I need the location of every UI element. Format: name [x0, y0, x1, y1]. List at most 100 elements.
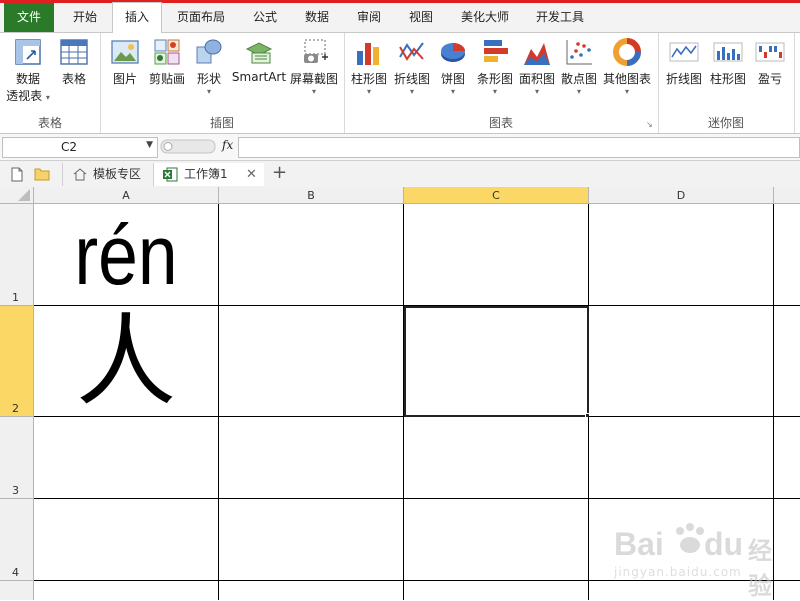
name-box-value: C2 — [61, 140, 78, 154]
ribbon-group-sparklines: 折线图 柱形图 盈亏 迷你图 — [658, 33, 795, 133]
watermark-url: jingyan.baidu.com — [614, 565, 742, 579]
sparkline-winloss-button[interactable]: 盈亏 — [750, 37, 790, 87]
dialog-launcher-icon[interactable]: ↘ — [646, 121, 654, 129]
row-header-5[interactable] — [0, 581, 34, 600]
tab-view[interactable]: 视图 — [396, 3, 446, 32]
row-header-4[interactable]: 4 — [0, 499, 34, 581]
cell-a1-text: rén — [74, 208, 178, 302]
row-header-2[interactable]: 2 — [0, 306, 34, 417]
column-chart-button[interactable]: 柱形图 ▾ — [348, 37, 390, 97]
pivot-table-button[interactable]: 数据 透视表 ▾ — [4, 37, 52, 104]
picture-button[interactable]: 图片 — [106, 37, 144, 87]
corner-triangle-icon — [18, 189, 30, 201]
tab-page-layout[interactable]: 页面布局 — [166, 3, 236, 32]
table-button[interactable]: 表格 — [54, 37, 94, 87]
insert-function-icon[interactable]: fx — [222, 138, 233, 152]
excel-file-icon — [163, 167, 178, 182]
chevron-down-icon: ▾ — [409, 87, 414, 96]
scatter-chart-button[interactable]: 散点图 ▾ — [558, 37, 600, 97]
formula-input[interactable] — [238, 137, 800, 158]
ribbon-insert-panel: 数据 透视表 ▾ 表格 表格 图片 剪贴画 形状 ▾ SmartArt 屏幕截图… — [0, 33, 800, 134]
tab-review[interactable]: 审阅 — [344, 3, 394, 32]
group-label-sparklines: 迷你图 — [707, 116, 744, 130]
tab-file[interactable]: 文件 — [4, 3, 54, 32]
smartart-button[interactable]: SmartArt — [230, 37, 288, 84]
cell-a2[interactable]: 人 — [34, 306, 219, 417]
cell-c1[interactable] — [404, 204, 589, 306]
area-chart-icon — [524, 43, 550, 65]
row-number: 3 — [12, 484, 19, 497]
sparkline-column-label: 柱形图 — [709, 72, 746, 86]
line-chart-label: 折线图 — [393, 72, 430, 86]
home-icon — [73, 168, 87, 181]
cell-b2[interactable] — [219, 306, 404, 417]
group-label-illustrations: 插图 — [209, 116, 234, 130]
cell-a4[interactable] — [34, 499, 219, 581]
folder-icon[interactable] — [34, 167, 50, 181]
sparkline-column-icon — [713, 42, 743, 62]
tab-template-zone[interactable]: 模板专区 — [62, 163, 154, 186]
tab-workbook-label: 工作簿1 — [184, 167, 228, 181]
line-chart-icon — [399, 42, 424, 61]
row-number: 1 — [12, 291, 19, 304]
cell-b1[interactable] — [219, 204, 404, 306]
area-chart-button[interactable]: 面积图 ▾ — [516, 37, 558, 97]
table-icon — [60, 39, 88, 65]
chevron-down-icon: ▾ — [534, 87, 539, 96]
chevron-down-icon[interactable]: ▼ — [146, 140, 153, 150]
row-header-1[interactable]: 1 — [0, 204, 34, 306]
clipart-icon — [154, 39, 180, 65]
cell-d3[interactable] — [589, 417, 774, 499]
cell-c4[interactable] — [404, 499, 589, 581]
cell-a3[interactable] — [34, 417, 219, 499]
line-chart-button[interactable]: 折线图 ▾ — [390, 37, 434, 97]
cell-d1[interactable] — [589, 204, 774, 306]
column-header-b[interactable]: B — [219, 187, 404, 204]
scatter-chart-label: 散点图 — [560, 72, 597, 86]
cell-b3[interactable] — [219, 417, 404, 499]
area-chart-label: 面积图 — [518, 72, 555, 86]
tab-data[interactable]: 数据 — [294, 3, 340, 32]
tab-beautify-master[interactable]: 美化大师 — [452, 3, 518, 32]
tab-home[interactable]: 开始 — [58, 3, 112, 32]
cell-e1[interactable] — [774, 204, 800, 306]
column-header-d[interactable]: D — [589, 187, 774, 204]
column-header-e[interactable] — [774, 187, 800, 204]
cell-e3[interactable] — [774, 417, 800, 499]
donut-chart-icon — [613, 38, 641, 66]
new-file-icon[interactable] — [10, 167, 24, 182]
pie-chart-button[interactable]: 饼图 ▾ — [434, 37, 472, 97]
chevron-down-icon: ▾ — [311, 87, 316, 96]
formula-slider-icon[interactable] — [160, 137, 216, 156]
shapes-button[interactable]: 形状 ▾ — [190, 37, 228, 97]
cell-c2-selected[interactable] — [404, 306, 592, 420]
add-tab-button[interactable]: + — [272, 162, 287, 183]
tab-developer[interactable]: 开发工具 — [524, 3, 596, 32]
screenshot-button[interactable]: 屏幕截图 ▾ — [288, 37, 340, 97]
other-charts-button[interactable]: 其他图表 ▾ — [600, 37, 654, 97]
cell-b4[interactable] — [219, 499, 404, 581]
cell-e2[interactable] — [774, 306, 800, 417]
chevron-down-icon: ▾ — [492, 87, 497, 96]
column-header-c[interactable]: C — [404, 187, 589, 204]
cell-b5[interactable] — [219, 581, 404, 600]
name-box[interactable]: C2 ▼ — [2, 137, 158, 158]
cell-a5[interactable] — [34, 581, 219, 600]
pie-chart-label: 饼图 — [440, 72, 465, 86]
column-header-a[interactable]: A — [34, 187, 219, 204]
cell-c5[interactable] — [404, 581, 589, 600]
bar-chart-button[interactable]: 条形图 ▾ — [474, 37, 516, 97]
cell-a1[interactable]: rén — [34, 204, 219, 306]
sparkline-column-button[interactable]: 柱形图 — [706, 37, 750, 87]
sparkline-line-button[interactable]: 折线图 — [662, 37, 706, 87]
tab-workbook-1[interactable]: 工作簿1 ✕ — [154, 163, 264, 186]
cell-c3[interactable] — [404, 417, 589, 499]
clipart-button[interactable]: 剪贴画 — [146, 37, 188, 87]
close-icon[interactable]: ✕ — [246, 163, 257, 186]
row-header-3[interactable]: 3 — [0, 417, 34, 499]
tab-insert[interactable]: 插入 — [112, 2, 162, 34]
cell-d2[interactable] — [589, 306, 774, 417]
tab-formulas[interactable]: 公式 — [240, 3, 290, 32]
group-label-tables: 表格 — [37, 116, 62, 130]
select-all-corner[interactable] — [0, 187, 34, 204]
